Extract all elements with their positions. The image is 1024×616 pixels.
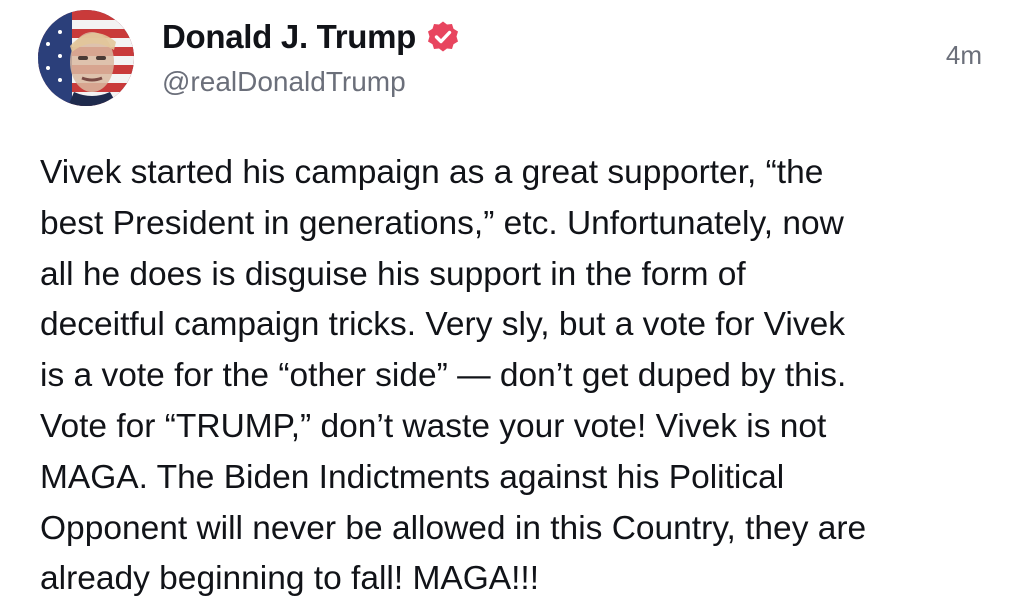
post-body-line: is a vote for the “other side” — don’t g… [40,357,847,395]
post-timestamp[interactable]: 4m [946,40,982,71]
post-body-line: Opponent will never be allowed in this C… [40,509,867,547]
post-body-line: Vivek started his campaign as a great su… [40,154,824,191]
author-name[interactable]: Donald J. Trump [162,18,416,56]
post-body-line: Vote for “TRUMP,” don’t waste your vote!… [40,407,827,445]
post-body-line: all he does is disguise his support in t… [40,255,746,293]
post-body-line: already beginning to fall! MAGA!!! [40,560,540,598]
post-body-line: deceitful campaign tricks. Very sly, but… [40,306,845,344]
post-body: Vivek started his campaign as a great su… [40,148,1000,605]
verified-badge-icon [426,20,460,54]
author-avatar[interactable] [38,10,134,106]
avatar-image [38,10,134,106]
author-handle[interactable]: @realDonaldTrump [162,66,406,98]
author-name-row: Donald J. Trump [162,17,460,57]
post-body-line: MAGA. The Biden Indictments against his … [40,458,785,496]
post-body-line: best President in generations,” etc. Unf… [40,204,844,242]
post-card: Donald J. Trump @realDonaldTrump 4m Vive… [0,0,1024,616]
